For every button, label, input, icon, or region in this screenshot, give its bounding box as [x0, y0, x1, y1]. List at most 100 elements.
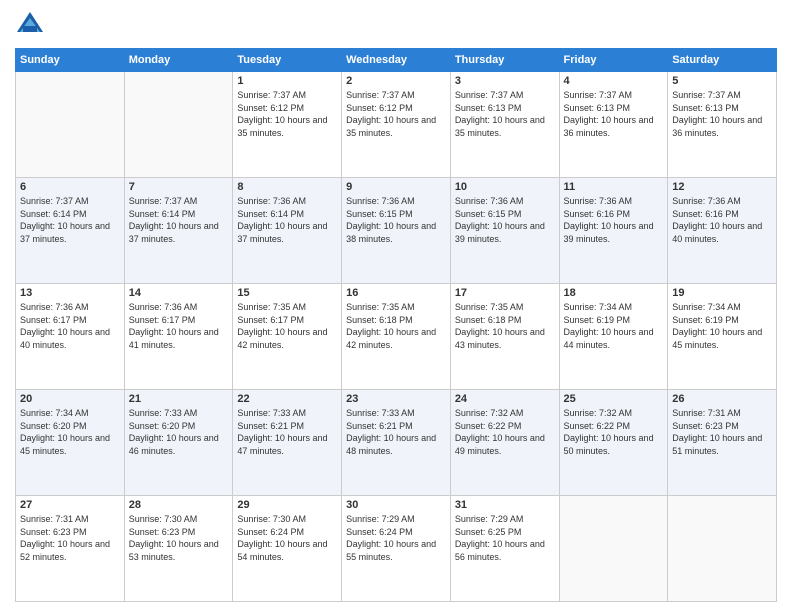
day-number: 7 — [129, 181, 229, 193]
calendar-cell: 3 Sunrise: 7:37 AMSunset: 6:13 PMDaylight… — [450, 72, 559, 178]
logo — [15, 10, 49, 40]
day-number: 3 — [455, 75, 555, 87]
calendar-cell: 16Sunrise: 7:35 AMSunset: 6:18 PMDayligh… — [342, 284, 451, 390]
day-info: Sunrise: 7:31 AMSunset: 6:23 PMDaylight:… — [672, 407, 772, 457]
day-number: 24 — [455, 393, 555, 405]
day-number: 8 — [237, 181, 337, 193]
day-number: 12 — [672, 181, 772, 193]
day-info: Sunrise: 7:37 AMSunset: 6:13 PMDaylight:… — [564, 89, 664, 139]
day-number: 23 — [346, 393, 446, 405]
day-number: 2 — [346, 75, 446, 87]
day-number: 20 — [20, 393, 120, 405]
day-info: Sunrise: 7:36 AMSunset: 6:16 PMDaylight:… — [564, 195, 664, 245]
calendar-cell: 26 Sunrise: 7:31 AMSunset: 6:23 PMDayligh… — [668, 390, 777, 496]
header — [15, 10, 777, 40]
calendar-cell — [559, 496, 668, 602]
calendar-cell: 30 Sunrise: 7:29 AMSunset: 6:24 PMDayligh… — [342, 496, 451, 602]
calendar-cell: 20 Sunrise: 7:34 AMSunset: 6:20 PMDayligh… — [16, 390, 125, 496]
day-info: Sunrise: 7:35 AMSunset: 6:18 PMDaylight:… — [455, 301, 555, 351]
calendar-week-1: 1 Sunrise: 7:37 AMSunset: 6:12 PMDaylight… — [16, 72, 777, 178]
calendar-cell: 15 Sunrise: 7:35 AMSunset: 6:17 PMDayligh… — [233, 284, 342, 390]
day-number: 19 — [672, 287, 772, 299]
day-number: 28 — [129, 499, 229, 511]
calendar-cell — [124, 72, 233, 178]
day-info: Sunrise: 7:31 AMSunset: 6:23 PMDaylight:… — [20, 513, 120, 563]
day-info: Sunrise: 7:35 AMSunset: 6:17 PMDaylight:… — [237, 301, 337, 351]
day-info: Sunrise: 7:35 AMSunset: 6:18 PMDaylight:… — [346, 301, 446, 351]
day-number: 31 — [455, 499, 555, 511]
calendar-header-row: SundayMondayTuesdayWednesdayThursdayFrid… — [16, 49, 777, 72]
day-info: Sunrise: 7:37 AMSunset: 6:13 PMDaylight:… — [455, 89, 555, 139]
day-number: 21 — [129, 393, 229, 405]
day-number: 27 — [20, 499, 120, 511]
day-info: Sunrise: 7:29 AMSunset: 6:24 PMDaylight:… — [346, 513, 446, 563]
calendar-cell: 28Sunrise: 7:30 AMSunset: 6:23 PMDayligh… — [124, 496, 233, 602]
day-header-thursday: Thursday — [450, 49, 559, 72]
day-info: Sunrise: 7:29 AMSunset: 6:25 PMDaylight:… — [455, 513, 555, 563]
day-header-saturday: Saturday — [668, 49, 777, 72]
day-info: Sunrise: 7:36 AMSunset: 6:14 PMDaylight:… — [237, 195, 337, 245]
day-info: Sunrise: 7:33 AMSunset: 6:21 PMDaylight:… — [346, 407, 446, 457]
day-info: Sunrise: 7:33 AMSunset: 6:21 PMDaylight:… — [237, 407, 337, 457]
day-number: 18 — [564, 287, 664, 299]
day-info: Sunrise: 7:37 AMSunset: 6:14 PMDaylight:… — [20, 195, 120, 245]
day-number: 30 — [346, 499, 446, 511]
day-number: 22 — [237, 393, 337, 405]
day-info: Sunrise: 7:37 AMSunset: 6:14 PMDaylight:… — [129, 195, 229, 245]
calendar-cell: 25Sunrise: 7:32 AMSunset: 6:22 PMDayligh… — [559, 390, 668, 496]
calendar-cell — [16, 72, 125, 178]
page: SundayMondayTuesdayWednesdayThursdayFrid… — [0, 0, 792, 612]
calendar-week-4: 20 Sunrise: 7:34 AMSunset: 6:20 PMDayligh… — [16, 390, 777, 496]
day-info: Sunrise: 7:36 AMSunset: 6:16 PMDaylight:… — [672, 195, 772, 245]
calendar-cell: 29Sunrise: 7:30 AMSunset: 6:24 PMDayligh… — [233, 496, 342, 602]
day-number: 15 — [237, 287, 337, 299]
day-info: Sunrise: 7:36 AMSunset: 6:17 PMDaylight:… — [129, 301, 229, 351]
day-number: 14 — [129, 287, 229, 299]
day-header-monday: Monday — [124, 49, 233, 72]
day-info: Sunrise: 7:36 AMSunset: 6:15 PMDaylight:… — [346, 195, 446, 245]
calendar-cell — [668, 496, 777, 602]
day-header-wednesday: Wednesday — [342, 49, 451, 72]
day-number: 13 — [20, 287, 120, 299]
day-info: Sunrise: 7:34 AMSunset: 6:20 PMDaylight:… — [20, 407, 120, 457]
day-info: Sunrise: 7:34 AMSunset: 6:19 PMDaylight:… — [564, 301, 664, 351]
calendar-cell: 31 Sunrise: 7:29 AMSunset: 6:25 PMDayligh… — [450, 496, 559, 602]
day-info: Sunrise: 7:36 AMSunset: 6:15 PMDaylight:… — [455, 195, 555, 245]
day-number: 4 — [564, 75, 664, 87]
calendar-week-3: 13 Sunrise: 7:36 AMSunset: 6:17 PMDayligh… — [16, 284, 777, 390]
day-number: 26 — [672, 393, 772, 405]
calendar-cell: 13 Sunrise: 7:36 AMSunset: 6:17 PMDayligh… — [16, 284, 125, 390]
day-info: Sunrise: 7:37 AMSunset: 6:13 PMDaylight:… — [672, 89, 772, 139]
day-number: 25 — [564, 393, 664, 405]
day-info: Sunrise: 7:36 AMSunset: 6:17 PMDaylight:… — [20, 301, 120, 351]
calendar-cell: 23 Sunrise: 7:33 AMSunset: 6:21 PMDayligh… — [342, 390, 451, 496]
calendar-cell: 4 Sunrise: 7:37 AMSunset: 6:13 PMDaylight… — [559, 72, 668, 178]
calendar-cell: 7 Sunrise: 7:37 AMSunset: 6:14 PMDaylight… — [124, 178, 233, 284]
day-number: 9 — [346, 181, 446, 193]
day-number: 1 — [237, 75, 337, 87]
day-info: Sunrise: 7:37 AMSunset: 6:12 PMDaylight:… — [346, 89, 446, 139]
calendar-cell: 18 Sunrise: 7:34 AMSunset: 6:19 PMDayligh… — [559, 284, 668, 390]
day-number: 17 — [455, 287, 555, 299]
calendar-cell: 5 Sunrise: 7:37 AMSunset: 6:13 PMDaylight… — [668, 72, 777, 178]
calendar-cell: 2 Sunrise: 7:37 AMSunset: 6:12 PMDaylight… — [342, 72, 451, 178]
calendar-cell: 14 Sunrise: 7:36 AMSunset: 6:17 PMDayligh… — [124, 284, 233, 390]
calendar-cell: 17 Sunrise: 7:35 AMSunset: 6:18 PMDayligh… — [450, 284, 559, 390]
day-info: Sunrise: 7:34 AMSunset: 6:19 PMDaylight:… — [672, 301, 772, 351]
calendar-week-2: 6Sunrise: 7:37 AMSunset: 6:14 PMDaylight… — [16, 178, 777, 284]
day-number: 10 — [455, 181, 555, 193]
calendar-cell: 24 Sunrise: 7:32 AMSunset: 6:22 PMDayligh… — [450, 390, 559, 496]
calendar-week-5: 27 Sunrise: 7:31 AMSunset: 6:23 PMDayligh… — [16, 496, 777, 602]
day-info: Sunrise: 7:32 AMSunset: 6:22 PMDaylight:… — [455, 407, 555, 457]
calendar-cell: 22 Sunrise: 7:33 AMSunset: 6:21 PMDayligh… — [233, 390, 342, 496]
day-info: Sunrise: 7:33 AMSunset: 6:20 PMDaylight:… — [129, 407, 229, 457]
calendar-cell: 19 Sunrise: 7:34 AMSunset: 6:19 PMDayligh… — [668, 284, 777, 390]
calendar-cell: 27 Sunrise: 7:31 AMSunset: 6:23 PMDayligh… — [16, 496, 125, 602]
calendar-cell: 1Sunrise: 7:37 AMSunset: 6:12 PMDaylight… — [233, 72, 342, 178]
day-header-sunday: Sunday — [16, 49, 125, 72]
day-number: 5 — [672, 75, 772, 87]
calendar-cell: 12 Sunrise: 7:36 AMSunset: 6:16 PMDayligh… — [668, 178, 777, 284]
calendar-table: SundayMondayTuesdayWednesdayThursdayFrid… — [15, 48, 777, 602]
calendar-cell: 8 Sunrise: 7:36 AMSunset: 6:14 PMDaylight… — [233, 178, 342, 284]
day-info: Sunrise: 7:30 AMSunset: 6:24 PMDaylight:… — [237, 513, 337, 563]
